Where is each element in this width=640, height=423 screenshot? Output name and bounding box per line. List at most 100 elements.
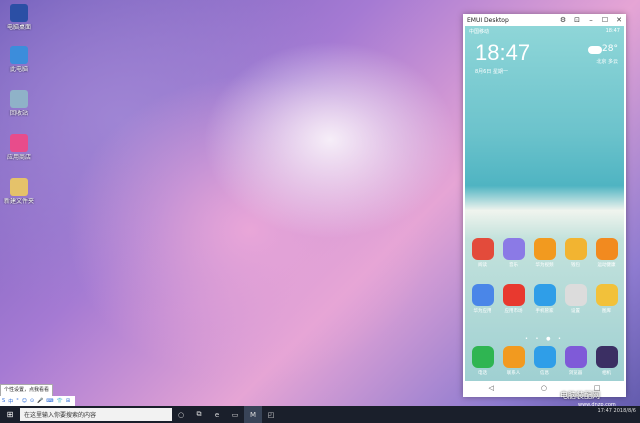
recycle-bin-icon: [10, 90, 28, 108]
search-placeholder: 在这里输入你要搜索的内容: [24, 412, 97, 419]
ime-settings-icon[interactable]: ⊙: [30, 398, 34, 404]
wallet-icon: [564, 238, 587, 260]
status-time: 18:47: [605, 28, 620, 34]
ime-toolbox-icon[interactable]: ⊞: [66, 398, 70, 404]
dock-row: 电话 联系人 信息 浏览器 相机: [467, 346, 622, 376]
this-pc-icon: [10, 46, 28, 64]
app-huawei-apps[interactable]: 华为应用: [469, 284, 497, 314]
window-title: EMUI Desktop: [467, 16, 509, 24]
ime-logo-icon[interactable]: S: [2, 398, 5, 404]
store-icon[interactable]: ◰: [262, 406, 280, 423]
app-video[interactable]: 华为视频: [531, 238, 559, 268]
app-market[interactable]: 应用市场: [500, 284, 528, 314]
desktop-icon-recycle-bin[interactable]: 回收站: [2, 90, 36, 117]
app-health[interactable]: 运动健康: [593, 238, 621, 268]
app-label: 图库: [602, 309, 611, 314]
app-label: 联系人: [506, 371, 521, 376]
emui-desktop-window: EMUI Desktop ⚙ ⊡ – ☐ ✕ 中国移动 18:47 18:47 …: [463, 14, 626, 397]
weather-temp[interactable]: 28°: [602, 44, 618, 54]
app-label: 浏览器: [568, 371, 583, 376]
app-label: 钱包: [571, 263, 580, 268]
window-titlebar[interactable]: EMUI Desktop ⚙ ⊡ – ☐ ✕: [463, 14, 626, 26]
phone-nav-bar: ◁ ○ □: [465, 381, 624, 395]
emui-icon[interactable]: M: [244, 406, 262, 423]
app-label: 手机管家: [535, 309, 554, 314]
shield-icon: [533, 284, 556, 306]
app-reader[interactable]: 阅读: [469, 238, 497, 268]
app-wallet[interactable]: 钱包: [562, 238, 590, 268]
app-label: 设置: [571, 309, 580, 314]
settings-icon[interactable]: ⚙: [556, 16, 570, 24]
folder-icon: [10, 178, 28, 196]
app-store-icon: [10, 134, 28, 152]
system-tray-clock[interactable]: 17:47 2018/8/6: [598, 408, 636, 414]
pin-icon[interactable]: ⊡: [570, 16, 584, 24]
desktop-icon-emui[interactable]: 电脑桌面: [2, 4, 36, 31]
app-contacts[interactable]: 联系人: [500, 346, 528, 376]
camera-icon: [595, 346, 618, 368]
app-row-2: 华为应用 应用市场 手机管家 设置 图库: [467, 284, 622, 314]
app-label: 音乐: [509, 263, 518, 268]
start-button[interactable]: ⊞: [0, 406, 20, 423]
page-indicator: • • ● •: [525, 336, 564, 342]
message-icon: [533, 346, 556, 368]
taskbar: ⊞ 在这里输入你要搜索的内容 ○ ⧉ e ▭ M ◰ 17:47 2018/8/…: [0, 406, 640, 423]
ime-emoji-icon[interactable]: ☺: [22, 398, 27, 404]
taskbar-search-box[interactable]: 在这里输入你要搜索的内容: [20, 408, 172, 421]
date-label: 8月6日 星期一: [475, 69, 508, 75]
app-settings[interactable]: 设置: [562, 284, 590, 314]
app-label: 应用市场: [504, 309, 523, 314]
music-icon: [502, 238, 525, 260]
clock-widget[interactable]: 18:47: [475, 40, 530, 66]
app-gallery[interactable]: 图库: [593, 284, 621, 314]
app-label: 相机: [602, 371, 611, 376]
desktop-icon-this-pc[interactable]: 此电脑: [2, 46, 36, 73]
gallery-icon: [595, 284, 618, 306]
gear-icon: [564, 284, 587, 306]
task-view-icon[interactable]: ⧉: [190, 406, 208, 423]
app-messages[interactable]: 信息: [531, 346, 559, 376]
file-explorer-icon[interactable]: ▭: [226, 406, 244, 423]
app-label: 华为应用: [473, 309, 492, 314]
app-label: 华为视频: [535, 263, 554, 268]
emui-desktop-icon: [10, 4, 28, 22]
ime-skin-icon[interactable]: 👕: [57, 398, 63, 404]
edge-icon[interactable]: e: [208, 406, 226, 423]
ime-voice-icon[interactable]: 🎤: [37, 398, 43, 404]
app-label: 阅读: [478, 263, 487, 268]
app-phone[interactable]: 电话: [469, 346, 497, 376]
app-phone-manager[interactable]: 手机管家: [531, 284, 559, 314]
app-browser[interactable]: 浏览器: [562, 346, 590, 376]
minimize-button[interactable]: –: [584, 16, 598, 24]
huawei-apps-icon: [471, 284, 494, 306]
ime-language-toggle[interactable]: 中: [8, 398, 13, 405]
maximize-button[interactable]: ☐: [598, 16, 612, 24]
watermark-text: 电脑装配网: [560, 391, 600, 400]
ime-punctuation-icon[interactable]: °: [16, 398, 19, 404]
phone-screen[interactable]: 中国移动 18:47 18:47 8月6日 星期一 28° 北京 多云 阅读 音…: [465, 26, 624, 381]
desktop-icon-label: 新建文件夹: [3, 198, 34, 205]
desktop-icon-label: 回收站: [9, 110, 28, 117]
close-button[interactable]: ✕: [612, 16, 626, 24]
phone-icon: [471, 346, 494, 368]
home-button[interactable]: ○: [541, 384, 547, 392]
desktop-icon-label: 此电脑: [9, 66, 28, 73]
cortana-icon[interactable]: ○: [172, 406, 190, 423]
browser-icon: [564, 346, 587, 368]
carrier-label: 中国移动: [469, 29, 490, 35]
app-label: 运动健康: [597, 263, 616, 268]
app-music[interactable]: 音乐: [500, 238, 528, 268]
app-label: 信息: [540, 371, 549, 376]
desktop-icon-folder[interactable]: 新建文件夹: [2, 178, 36, 205]
desktop-icon-label: 应用商店: [6, 154, 31, 161]
desktop-icon-app-store[interactable]: 应用商店: [2, 134, 36, 161]
weather-location: 北京 多云: [596, 59, 618, 65]
contacts-icon: [502, 346, 525, 368]
cloud-icon: [588, 46, 602, 54]
desktop-icon-label: 电脑桌面: [6, 24, 31, 31]
app-label: 电话: [478, 371, 487, 376]
app-camera[interactable]: 相机: [593, 346, 621, 376]
back-button[interactable]: ◁: [488, 384, 493, 392]
ime-toolbar[interactable]: S 中 ° ☺ ⊙ 🎤 ⌨ 👕 ⊞: [0, 396, 76, 406]
ime-keyboard-icon[interactable]: ⌨: [46, 398, 53, 404]
